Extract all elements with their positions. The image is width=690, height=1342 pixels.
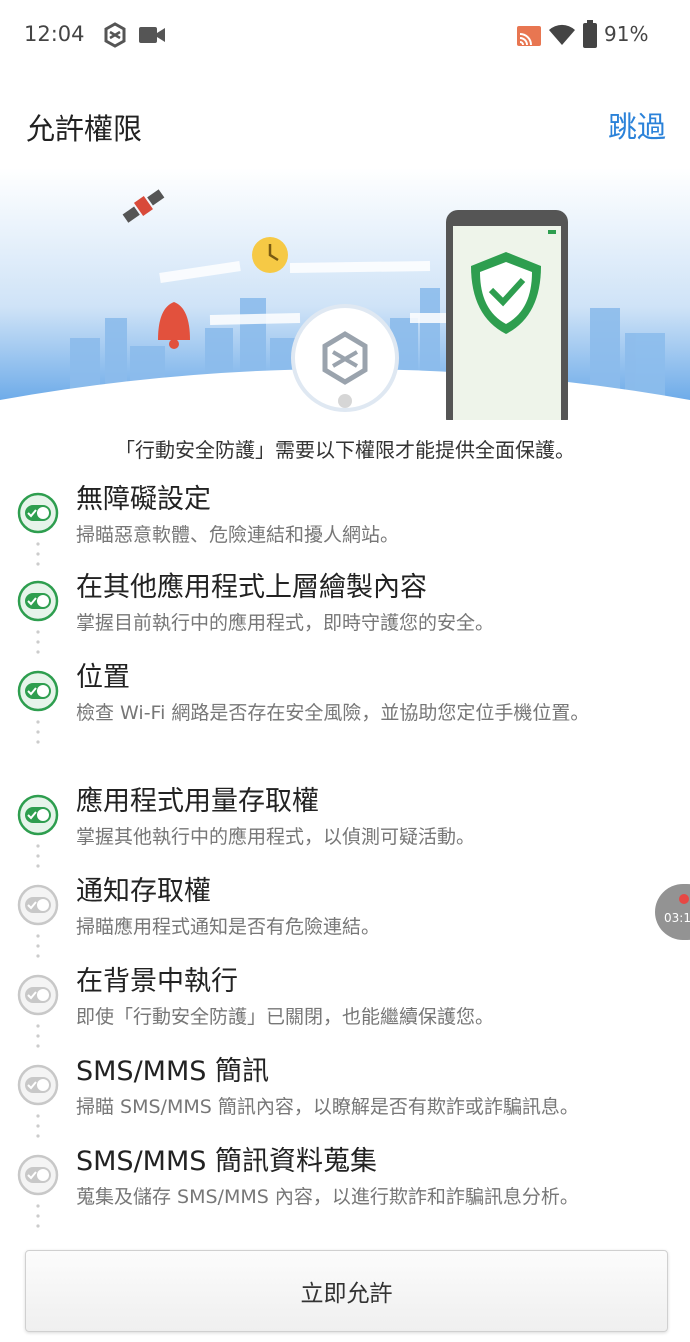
permission-desc: 即使「行動安全防護」已關閉，也能繼續保護您。 <box>76 1006 495 1029</box>
toggle-on-icon[interactable] <box>17 580 59 622</box>
permission-title: 在其他應用程式上層繪製內容 <box>76 572 427 603</box>
trend-app-icon <box>104 22 126 48</box>
permission-desc: 掌握其他執行中的應用程式，以偵測可疑活動。 <box>76 826 476 849</box>
wifi-icon <box>549 24 575 45</box>
permission-title: 應用程式用量存取權 <box>76 786 319 817</box>
permission-item-usage-access[interactable]: 應用程式用量存取權 掌握其他執行中的應用程式，以偵測可疑活動。 <box>0 784 690 874</box>
status-time: 12:04 <box>24 22 85 46</box>
video-icon <box>139 27 165 43</box>
toggle-on-icon[interactable] <box>17 492 59 534</box>
permission-desc: 掃瞄惡意軟體、危險連結和擾人網站。 <box>76 524 400 547</box>
dots-connector <box>36 720 40 744</box>
toggle-off-icon[interactable] <box>17 974 59 1016</box>
clock-icon <box>252 237 288 273</box>
dots-connector <box>36 844 40 868</box>
permission-title: SMS/MMS 簡訊資料蒐集 <box>76 1146 377 1177</box>
intro-text: 「行動安全防護」需要以下權限才能提供全面保護。 <box>115 438 575 462</box>
permission-item-background-run[interactable]: 在背景中執行 即使「行動安全防護」已關閉，也能繼續保護您。 <box>0 964 690 1054</box>
page-title: 允許權限 <box>26 112 143 146</box>
permission-desc: 掃瞄 SMS/MMS 簡訊內容，以瞭解是否有欺詐或詐騙訊息。 <box>76 1096 579 1119</box>
status-bar: 12:04 91% <box>0 0 690 72</box>
permission-title: 通知存取權 <box>76 876 211 907</box>
dots-connector <box>36 934 40 958</box>
dots-connector <box>36 1024 40 1048</box>
permission-title: 無障礙設定 <box>76 484 211 515</box>
battery-icon <box>583 20 597 48</box>
recorder-time: 03:1 <box>664 911 690 925</box>
dots-connector <box>36 1204 40 1228</box>
dots-connector <box>36 542 40 566</box>
toggle-off-icon[interactable] <box>17 884 59 926</box>
dots-connector <box>36 630 40 654</box>
permission-desc: 掌握目前執行中的應用程式，即時守護您的安全。 <box>76 612 495 635</box>
permission-title: 在背景中執行 <box>76 966 238 997</box>
battery-percentage: 91% <box>604 22 649 46</box>
record-dot-icon <box>679 894 689 904</box>
toggle-on-icon[interactable] <box>17 794 59 836</box>
permission-title: 位置 <box>76 662 130 693</box>
permission-desc: 蒐集及儲存 SMS/MMS 內容，以進行欺詐和詐騙訊息分析。 <box>76 1186 579 1209</box>
toggle-off-icon[interactable] <box>17 1064 59 1106</box>
permission-item-sms-mms[interactable]: SMS/MMS 簡訊 掃瞄 SMS/MMS 簡訊內容，以瞭解是否有欺詐或詐騙訊息… <box>0 1054 690 1144</box>
allow-now-label: 立即允許 <box>300 1281 393 1307</box>
allow-now-button[interactable]: 立即允許 <box>25 1250 668 1332</box>
app-header: 允許權限 跳過 <box>0 96 690 156</box>
permission-item-overlay[interactable]: 在其他應用程式上層繪製內容 掌握目前執行中的應用程式，即時守護您的安全。 <box>0 570 690 660</box>
permission-desc: 掃瞄應用程式通知是否有危險連結。 <box>76 916 381 939</box>
permission-desc: 檢查 Wi-Fi 網路是否存在安全風險，並協助您定位手機位置。 <box>76 702 590 725</box>
hero-banner <box>0 168 690 420</box>
permission-item-accessibility[interactable]: 無障礙設定 掃瞄惡意軟體、危險連結和擾人網站。 <box>0 482 690 570</box>
skip-button[interactable]: 跳過 <box>608 104 666 146</box>
permission-item-sms-data-collection[interactable]: SMS/MMS 簡訊資料蒐集 蒐集及儲存 SMS/MMS 內容，以進行欺詐和詐騙… <box>0 1144 690 1234</box>
toggle-on-icon[interactable] <box>17 670 59 712</box>
permission-item-location[interactable]: 位置 檢查 Wi-Fi 網路是否存在安全風險，並協助您定位手機位置。 <box>0 660 690 784</box>
trend-logo-icon <box>291 304 399 412</box>
permission-list: 無障礙設定 掃瞄惡意軟體、危險連結和擾人網站。 在其他應用程式上層繪製內容 掌握… <box>0 482 690 1234</box>
cast-icon <box>517 26 541 46</box>
permission-item-notification-access[interactable]: 通知存取權 掃瞄應用程式通知是否有危險連結。 <box>0 874 690 964</box>
permission-title: SMS/MMS 簡訊 <box>76 1056 269 1087</box>
dots-connector <box>36 1114 40 1138</box>
toggle-off-icon[interactable] <box>17 1154 59 1196</box>
